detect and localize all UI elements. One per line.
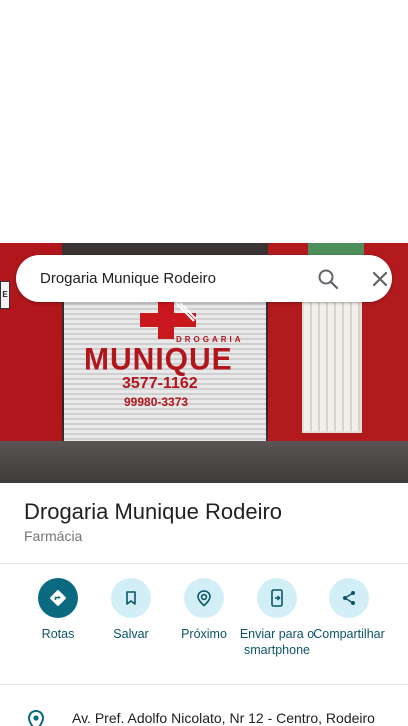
save-label: Salvar xyxy=(113,627,149,641)
photo-green-awning xyxy=(308,243,364,255)
place-category[interactable]: Farmácia xyxy=(24,528,82,544)
search-bar[interactable]: Drogaria Munique Rodeiro xyxy=(16,255,392,302)
photo-sign: E xyxy=(0,281,10,309)
share-icon[interactable] xyxy=(329,578,369,618)
divider xyxy=(0,684,408,685)
address-row[interactable]: Av. Pref. Adolfo Nicolato, Nr 12 - Centr… xyxy=(0,700,408,726)
search-input[interactable]: Drogaria Munique Rodeiro xyxy=(40,255,216,302)
bookmark-icon[interactable] xyxy=(111,578,151,618)
directions-label: Rotas xyxy=(41,627,75,641)
photo-store-brand: MUNIQUE xyxy=(84,342,233,377)
place-title: Drogaria Munique Rodeiro xyxy=(24,499,283,524)
save-button[interactable]: Salvar xyxy=(91,578,171,642)
photo-sidewalk xyxy=(0,441,408,483)
location-pin-icon xyxy=(27,710,45,726)
search-icon[interactable] xyxy=(316,267,340,291)
photo-store-phone: 3577-1162 xyxy=(122,375,198,392)
nearby-icon[interactable] xyxy=(184,578,224,618)
send-to-phone-icon[interactable] xyxy=(257,578,297,618)
nearby-label: Próximo xyxy=(181,627,227,641)
share-button[interactable]: Compartilhar xyxy=(309,578,389,642)
directions-icon[interactable] xyxy=(38,578,78,618)
nearby-button[interactable]: Próximo xyxy=(164,578,244,642)
divider xyxy=(0,563,408,564)
share-label: Compartilhar xyxy=(313,627,385,641)
close-icon[interactable] xyxy=(368,267,392,291)
photo-store-whatsapp: 99980-3373 xyxy=(124,395,189,409)
address-text: Av. Pref. Adolfo Nicolato, Nr 12 - Centr… xyxy=(72,710,375,726)
send-to-phone-button[interactable]: Enviar para o smartphone xyxy=(237,578,317,658)
directions-button[interactable]: Rotas xyxy=(18,578,98,642)
send-to-phone-label: Enviar para o smartphone xyxy=(239,627,315,657)
photo-door xyxy=(302,295,362,433)
pharmacy-cross-icon xyxy=(140,301,196,339)
